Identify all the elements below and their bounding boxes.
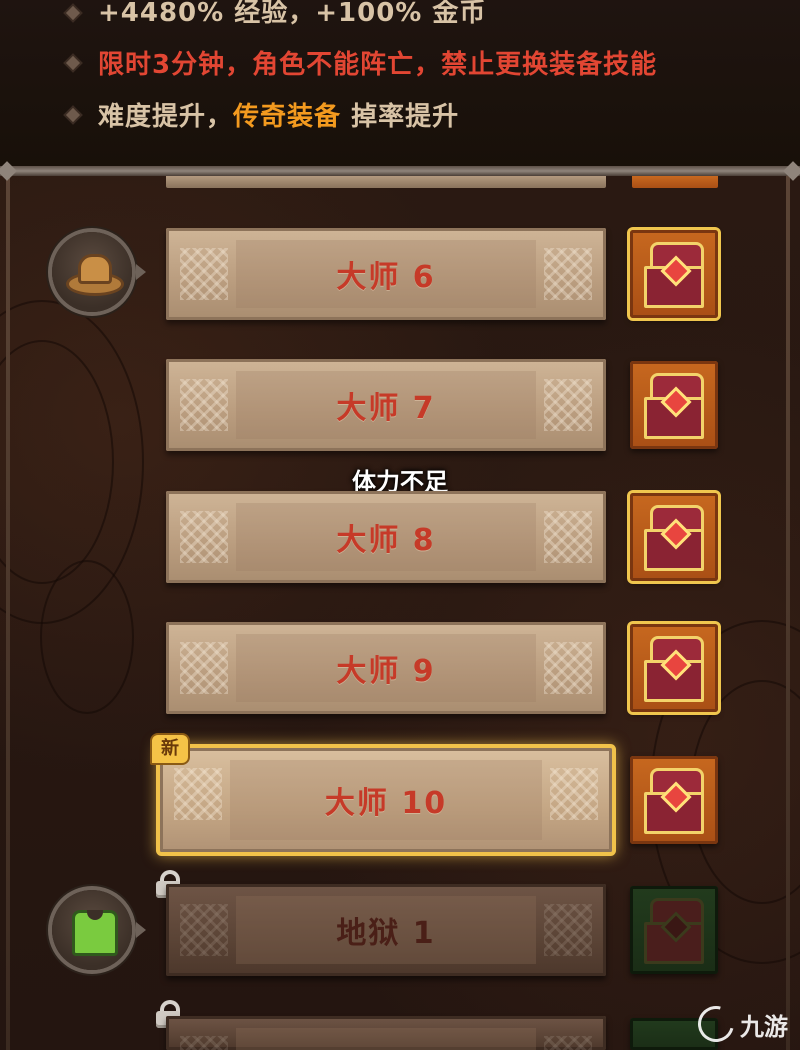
info-difficulty-text: 难度提升， <box>98 102 234 132</box>
bullet-diamond-icon <box>65 55 81 71</box>
info-reward-bonus: +4480% 经验，+100% 金币 <box>98 0 487 28</box>
stage-label: 大师 8 <box>336 523 436 558</box>
milestone-reward-node[interactable] <box>52 232 146 312</box>
info-difficulty: 难度提升，传奇装备 掉率提升 <box>98 96 459 133</box>
reward-chest-master-10[interactable] <box>630 756 718 844</box>
stage-label: 大师 6 <box>336 260 436 295</box>
bullet-diamond-icon <box>65 5 81 21</box>
panel-divider <box>0 166 800 176</box>
legendary-gear-highlight: 传奇装备 <box>233 102 342 132</box>
reward-chest-partial[interactable] <box>632 176 718 188</box>
reward-chest-hell-1[interactable] <box>630 886 718 974</box>
stage-label: 大师 7 <box>336 391 436 426</box>
stage-label: 大师 10 <box>324 786 448 821</box>
stage-button-master-7[interactable]: 大师 7 <box>166 359 606 451</box>
stage-info-panel: +4480% 经验，+100% 金币 限时3分钟，角色不能阵亡，禁止更换装备技能… <box>0 0 800 168</box>
jiuyou-logo-icon <box>691 999 741 1049</box>
reward-chest-master-9[interactable] <box>630 624 718 712</box>
info-restrictions: 限时3分钟，角色不能阵亡，禁止更换装备技能 <box>98 50 658 80</box>
reward-chest-master-6[interactable] <box>630 230 718 318</box>
wood-grain-decoration <box>40 560 134 714</box>
stage-button-master-10[interactable]: 大师 10 <box>160 748 612 852</box>
panel-border-left <box>6 168 10 1050</box>
stage-button-partial-locked[interactable] <box>166 1016 606 1050</box>
watermark: 九游 <box>691 999 788 1049</box>
stage-label: 大师 9 <box>336 654 436 689</box>
green-armor-icon <box>72 910 118 956</box>
stage-button-master-8[interactable]: 大师 8 <box>166 491 606 583</box>
stage-button-partial[interactable] <box>166 176 606 188</box>
game-stage-select-screen: +4480% 经验，+100% 金币 限时3分钟，角色不能阵亡，禁止更换装备技能… <box>0 0 800 1050</box>
watermark-text: 九游 <box>740 1012 788 1041</box>
milestone-reward-node[interactable] <box>52 890 146 970</box>
stage-button-master-9[interactable]: 大师 9 <box>166 622 606 714</box>
straw-hat-icon <box>66 250 124 296</box>
stage-button-hell-1[interactable]: 地狱 1 <box>166 884 606 976</box>
panel-border-right <box>786 168 790 1050</box>
new-badge: 新 <box>150 733 190 765</box>
reward-chest-master-8[interactable] <box>630 493 718 581</box>
reward-chest-master-7[interactable] <box>630 361 718 449</box>
stage-label: 地狱 1 <box>336 916 436 951</box>
bullet-diamond-icon <box>65 107 81 123</box>
stage-button-master-6[interactable]: 大师 6 <box>166 228 606 320</box>
info-drop-rate-text: 掉率提升 <box>341 102 460 132</box>
